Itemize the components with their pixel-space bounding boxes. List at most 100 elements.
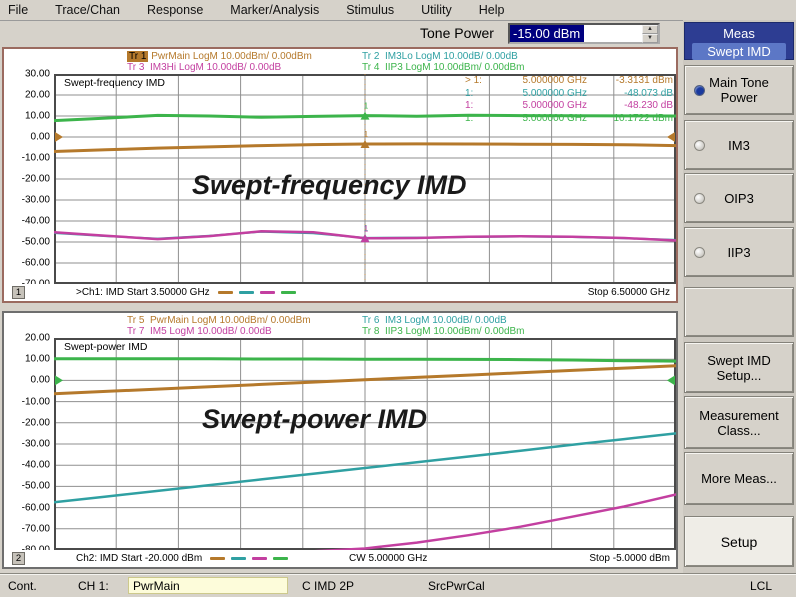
meas-header: Meas Swept IMD <box>684 22 794 60</box>
radio-icon <box>694 193 705 204</box>
ref-level-arrow-right <box>667 132 675 142</box>
radio-icon <box>694 247 705 258</box>
trace-labels-ch2: Tr 5 PwrMain LogM 10.00dBm/ 0.00dBm Tr 6… <box>4 313 676 338</box>
tone-power-spinner: ▲ ▼ <box>642 25 658 42</box>
trace-pwrmain <box>54 366 676 394</box>
menu-marker-analysis[interactable]: Marker/Analysis <box>230 3 332 17</box>
trace-label-tr1[interactable]: Tr 1 PwrMain LogM 10.00dBm/ 0.00dBm <box>127 51 312 62</box>
sweep-mode-status: Cont. <box>8 579 37 593</box>
y-axis-tick: -70.00 <box>22 523 50 534</box>
ch2-cw-label: CW 5.00000 GHz <box>349 553 427 564</box>
trace-label-tr2[interactable]: Tr 2 IM3Lo LogM 10.00dB/ 0.00dB <box>362 51 518 62</box>
tone-power-input[interactable]: -15.00 dBm ▲ ▼ <box>508 23 660 44</box>
channel1-badge: 1 <box>12 286 25 299</box>
y-axis-tick: -60.00 <box>22 502 50 513</box>
tone-power-value: -15.00 dBm <box>510 25 584 42</box>
y-axis-tick: 0.00 <box>31 132 50 143</box>
spin-up-icon[interactable]: ▲ <box>642 25 658 34</box>
softkey-more-meas[interactable]: More Meas... <box>684 452 794 505</box>
radio-icon <box>694 140 705 151</box>
dash-im3lo <box>239 291 254 294</box>
dash-iip3-2 <box>273 557 288 560</box>
annotation-ch2: Swept-power IMD <box>202 404 427 435</box>
spin-down-icon[interactable]: ▼ <box>642 34 658 43</box>
local-remote-status: LCL <box>750 579 772 593</box>
meas-header-title: Meas <box>685 26 793 41</box>
dash-im5 <box>252 557 267 560</box>
dash-pwrmain <box>218 291 233 294</box>
y-axis-ch2: 20.0010.000.00-10.00-20.00-30.00-40.00-5… <box>4 338 54 550</box>
ch2-start-label: Ch2: IMD Start -20.000 dBm <box>76 553 202 564</box>
y-axis-tick: -50.00 <box>22 481 50 492</box>
trace-label-tr5[interactable]: Tr 5 PwrMain LogM 10.00dBm/ 0.00dBm <box>127 315 311 326</box>
ch1-stop-label: Stop 6.50000 GHz <box>588 287 670 298</box>
menu-response[interactable]: Response <box>147 3 216 17</box>
trace-iip3 <box>54 359 676 361</box>
softkey-blank[interactable] <box>684 287 794 337</box>
trace-label-tr3[interactable]: Tr 3 IM3Hi LogM 10.00dB/ 0.00dB <box>127 62 281 73</box>
y-axis-tick: -60.00 <box>22 258 50 269</box>
trace-im5 <box>54 495 676 551</box>
ref-level-arrow-right <box>667 375 675 385</box>
ref-level-arrow-left <box>55 132 63 142</box>
y-axis-tick: -10.00 <box>22 153 50 164</box>
y-axis-tick: 20.00 <box>25 333 50 344</box>
dash-iip3 <box>281 291 296 294</box>
y-axis-tick: 10.00 <box>25 111 50 122</box>
y-axis-tick: 20.00 <box>25 90 50 101</box>
trace-label-tr8[interactable]: Tr 8 IIP3 LogM 10.00dBm/ 0.00dBm <box>362 326 525 337</box>
channel-status-label: CH 1: <box>78 579 109 593</box>
annotation-ch1: Swept-frequency IMD <box>192 170 467 201</box>
trace-label-tr4[interactable]: Tr 4 IIP3 LogM 10.00dBm/ 0.00dBm <box>362 62 525 73</box>
channel2-window: Tr 5 PwrMain LogM 10.00dBm/ 0.00dBm Tr 6… <box>2 311 678 569</box>
radio-selected-icon <box>694 85 705 96</box>
ref-level-arrow-left <box>55 375 63 385</box>
svg-text:1: 1 <box>364 224 369 233</box>
softkey-main-tone-power[interactable]: Main Tone Power <box>684 65 794 115</box>
dash-im3 <box>231 557 246 560</box>
meas-header-value: Swept IMD <box>692 43 786 60</box>
active-trace-field: PwrMain <box>128 577 288 594</box>
svg-text:1: 1 <box>364 130 369 139</box>
trace-labels-ch1: Tr 1 PwrMain LogM 10.00dBm/ 0.00dBm Tr 2… <box>4 49 676 74</box>
y-axis-tick: -10.00 <box>22 396 50 407</box>
trace-tr1-desc: PwrMain LogM 10.00dBm/ 0.00dBm <box>148 51 311 62</box>
menu-trace-chan[interactable]: Trace/Chan <box>55 3 133 17</box>
tone-power-input-fill <box>584 25 642 42</box>
menu-help[interactable]: Help <box>479 3 518 17</box>
channel2-badge: 2 <box>12 552 25 565</box>
y-axis-tick: 0.00 <box>31 375 50 386</box>
menu-stimulus[interactable]: Stimulus <box>346 3 407 17</box>
softkey-im3[interactable]: IM3 <box>684 120 794 170</box>
ch2-stop-label: Stop -5.0000 dBm <box>589 553 670 564</box>
trace-tr1-badge: Tr 1 <box>127 51 148 62</box>
toolbar: Tone Power -15.00 dBm ▲ ▼ <box>0 22 683 46</box>
softkey-oip3[interactable]: OIP3 <box>684 173 794 223</box>
chart-area: Tr 1 PwrMain LogM 10.00dBm/ 0.00dBm Tr 2… <box>0 46 682 574</box>
y-axis-tick: -40.00 <box>22 216 50 227</box>
trace-im3 <box>54 433 676 502</box>
menu-utility[interactable]: Utility <box>421 3 465 17</box>
plot-ch2: Swept-power IMD Swept-power IMD <box>54 338 676 550</box>
y-axis-ch1: 30.0020.0010.000.00-10.00-20.00-30.00-40… <box>4 74 54 284</box>
trace-label-tr7[interactable]: Tr 7 IM5 LogM 10.00dB/ 0.00dB <box>127 326 272 337</box>
menu-file[interactable]: File <box>8 3 41 17</box>
softkey-swept-imd-setup[interactable]: Swept IMD Setup... <box>684 342 794 393</box>
dash-im3hi <box>260 291 275 294</box>
cal-status: C IMD 2P <box>302 579 354 593</box>
softkey-iip3[interactable]: IIP3 <box>684 227 794 277</box>
statusbar: Cont. CH 1: PwrMain C IMD 2P SrcPwrCal L… <box>0 574 796 597</box>
trace-label-tr6[interactable]: Tr 6 IM3 LogM 10.00dB/ 0.00dB <box>362 315 507 326</box>
y-axis-tick: 10.00 <box>25 354 50 365</box>
channel2-status-row: 2 Ch2: IMD Start -20.000 dBm CW 5.00000 … <box>4 550 676 567</box>
y-axis-tick: -20.00 <box>22 174 50 185</box>
softkey-setup[interactable]: Setup <box>684 516 794 567</box>
softkey-measurement-class[interactable]: Measurement Class... <box>684 396 794 449</box>
y-axis-tick: -30.00 <box>22 195 50 206</box>
dash-pwrmain2 <box>210 557 225 560</box>
ch1-start-label: >Ch1: IMD Start 3.50000 GHz <box>76 287 210 298</box>
trace-layer <box>54 338 676 550</box>
y-axis-tick: -30.00 <box>22 439 50 450</box>
y-axis-tick: -50.00 <box>22 237 50 248</box>
y-axis-tick: -40.00 <box>22 460 50 471</box>
